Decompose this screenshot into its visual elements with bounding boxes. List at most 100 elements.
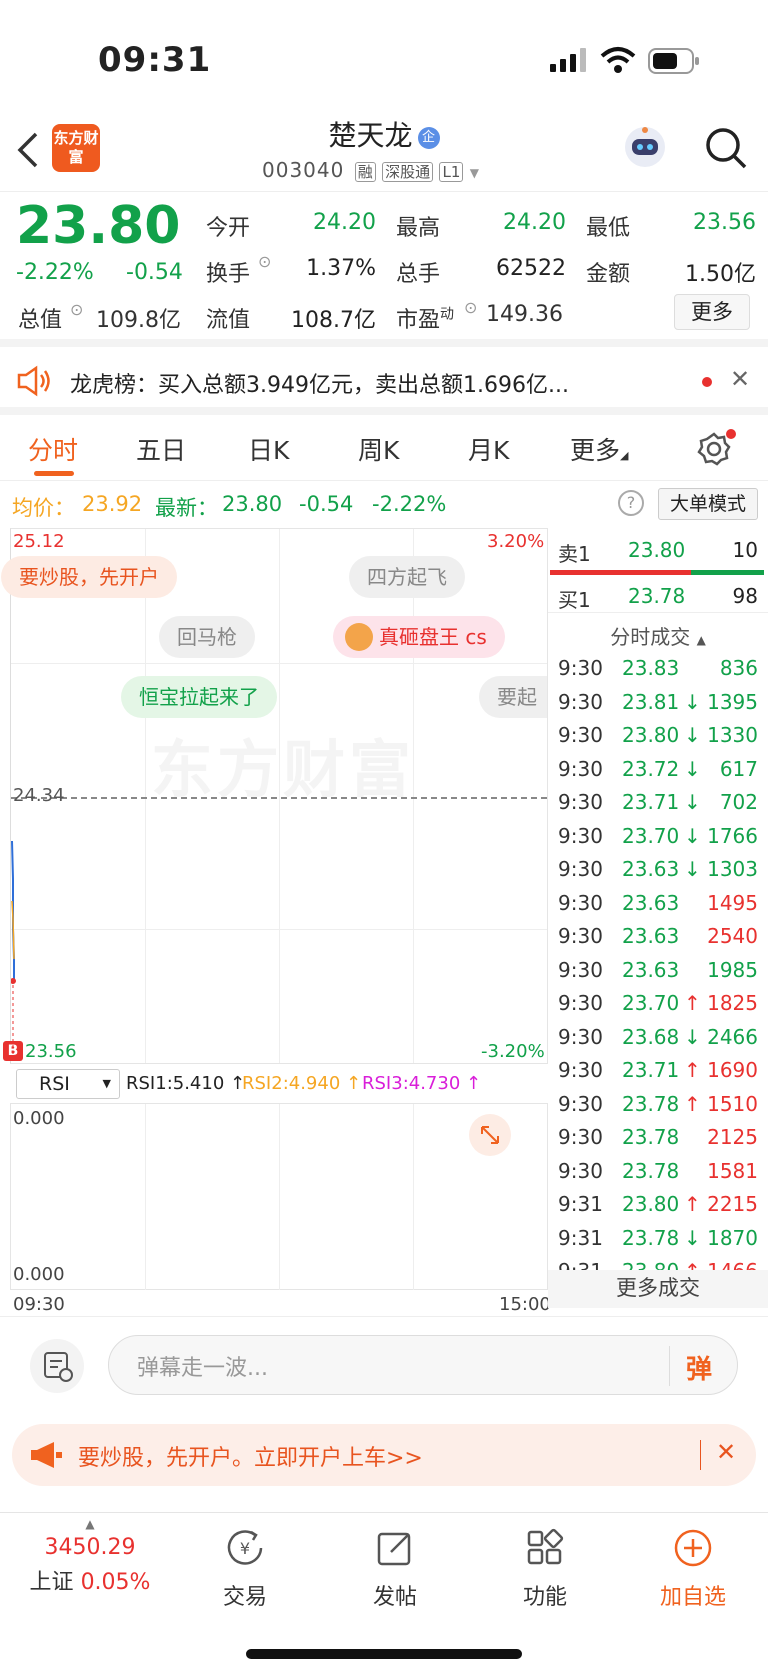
trade-price: 23.63 — [622, 857, 680, 881]
trade-row: 9:30 23.81 ↓ 1395 — [548, 686, 768, 719]
danmu-input[interactable]: 弹幕走一波... — [108, 1335, 738, 1395]
active-tab-indicator — [34, 471, 74, 476]
notice-bar[interactable]: 龙虎榜：买入总额3.949亿元，卖出总额1.696亿... ✕ — [0, 347, 768, 415]
latest-change: -0.54 — [299, 492, 354, 516]
trade-volume: 1825 — [707, 991, 758, 1015]
trade-time: 9:30 — [558, 1058, 603, 1082]
bottom-nav: ▲ 3450.29 上证 0.05% ¥ 交易 发帖 功能 加自选 — [0, 1512, 768, 1670]
trade-volume: 1395 — [707, 689, 758, 714]
info-icon: ⊙ — [70, 300, 84, 319]
trade-arrow: ↓ — [684, 1225, 701, 1250]
trade-time: 9:30 — [558, 1024, 603, 1049]
tab-monthly[interactable]: 月K — [468, 431, 509, 467]
tab-weekly[interactable]: 周K — [358, 431, 399, 467]
more-trades-button[interactable]: 更多成交 — [548, 1270, 768, 1308]
trade-price: 23.71 — [622, 790, 680, 814]
index-label: 上证 — [29, 1570, 74, 1595]
stock-name: 楚天龙 — [328, 119, 413, 152]
trade-price: 23.63 — [622, 924, 680, 948]
trade-price: 23.63 — [622, 957, 680, 982]
trade-volume: 1510 — [707, 1091, 758, 1116]
code-line[interactable]: 003040 融 深股通 L1 ▼ — [262, 158, 479, 182]
plus-circle-icon — [633, 1523, 753, 1573]
tab-more[interactable]: 更多◢ — [570, 431, 628, 467]
large-order-mode-button[interactable]: 大单模式 — [658, 488, 758, 520]
trade-arrow: ↑ — [684, 1091, 701, 1116]
nav-function[interactable]: 功能 — [485, 1513, 605, 1611]
nav-trade[interactable]: ¥ 交易 — [185, 1513, 305, 1611]
tab-5day[interactable]: 五日 — [136, 431, 186, 467]
index-widget[interactable]: ▲ 3450.29 上证 0.05% — [20, 1513, 160, 1596]
quote-panel: 23.80 -2.22% -0.54 总值 ⊙ 109.8亿 今开 24.20 … — [0, 192, 768, 347]
expand-icon[interactable] — [469, 1114, 511, 1156]
danmu-item: 回马枪 — [159, 616, 255, 658]
amount-value: 1.50亿 — [685, 262, 756, 287]
search-icon[interactable] — [704, 126, 748, 174]
tab-daily[interactable]: 日K — [248, 431, 289, 467]
danmu-list-icon[interactable] — [30, 1339, 84, 1393]
intraday-chart[interactable]: 东方财富 24.34 25.12 3.20% 23.56 -3.20% B 要炒… — [1, 528, 548, 1064]
trade-price: 23.80 — [622, 723, 680, 747]
help-icon[interactable]: ? — [618, 490, 644, 516]
trade-price: 23.68 — [622, 1024, 680, 1049]
trade-time: 9:30 — [558, 957, 603, 982]
trade-price: 23.78 — [622, 1225, 680, 1250]
trade-time: 9:31 — [558, 1192, 603, 1216]
status-bar: 09:31 — [0, 0, 768, 120]
stock-code: 003040 — [262, 158, 345, 182]
change-percent: -2.22% — [16, 260, 94, 285]
megaphone-icon — [28, 1440, 64, 1474]
robot-assistant-icon[interactable] — [622, 124, 668, 174]
avg-price-label: 均价： — [12, 496, 75, 520]
nav-add-watchlist[interactable]: 加自选 — [633, 1513, 753, 1611]
trade-arrow: ↑ — [684, 1058, 701, 1082]
trade-volume: 702 — [719, 790, 758, 814]
trades-title[interactable]: 分时成交 ▲ — [548, 612, 768, 650]
battery-icon — [648, 48, 700, 78]
trade-arrow: ↓ — [684, 857, 701, 881]
chart-tabs: 分时 五日 日K 周K 月K 更多◢ — [0, 415, 768, 481]
svg-text:¥: ¥ — [240, 1539, 250, 1558]
ask-1-row: 卖1 23.80 10 — [548, 528, 768, 572]
trade-price: 23.72 — [622, 756, 680, 781]
trade-row: 9:30 23.68 ↓ 2466 — [548, 1021, 768, 1054]
caret-up-icon: ▲ — [85, 1517, 95, 1531]
trade-price: 23.71 — [622, 1058, 680, 1082]
tab-intraday[interactable]: 分时 — [28, 431, 78, 467]
rsi-top-label: 0.000 — [13, 1108, 65, 1129]
indicator-bar: RSI ▼ RSI1:5.410 ↑ RSI2:4.940 ↑ RSI3:4.73… — [10, 1064, 548, 1104]
tag-connect: 深股通 — [382, 162, 434, 182]
amount-label: 金额 — [586, 262, 631, 287]
signal-icon — [550, 48, 588, 76]
nav-post[interactable]: 发帖 — [335, 1513, 455, 1611]
rsi-chart[interactable]: 0.000 0.000 09:30 15:00 — [10, 1104, 551, 1315]
trade-time: 9:30 — [558, 790, 603, 814]
trade-row: 9:31 23.78 ↓ 1870 — [548, 1222, 768, 1255]
trade-time: 9:30 — [558, 823, 603, 848]
pct-max-label: 3.20% — [487, 531, 545, 552]
danmu-input-bar: 弹幕走一波... 弹 — [0, 1316, 768, 1412]
rsi1-value: RSI1:5.410 ↑ — [126, 1073, 246, 1094]
indicator-select[interactable]: RSI ▼ — [16, 1069, 120, 1099]
trade-time: 9:30 — [558, 890, 603, 915]
close-icon[interactable]: ✕ — [716, 1438, 736, 1466]
more-button[interactable]: 更多 — [674, 294, 750, 330]
float-cap-label: 流值 — [206, 308, 251, 333]
prev-close-line — [11, 797, 547, 799]
trade-volume: 1495 — [707, 890, 758, 915]
current-price: 23.80 — [16, 196, 181, 256]
close-icon[interactable]: ✕ — [730, 365, 750, 393]
trade-time: 9:30 — [558, 756, 603, 781]
home-indicator — [246, 1649, 522, 1659]
rsi2-value: RSI2:4.940 ↑ — [242, 1073, 362, 1094]
pe-label: 市盈动 — [396, 306, 455, 333]
trade-arrow: ↑ — [684, 1192, 701, 1216]
danmu-send-icon[interactable]: 弹 — [686, 1349, 712, 1386]
trade-row: 9:30 23.63 ↓ 1303 — [548, 853, 768, 886]
promo-banner[interactable]: 要炒股，先开户。立即开户上车>> ✕ — [12, 1424, 756, 1486]
trade-time: 9:30 — [558, 1125, 603, 1149]
order-book: 卖1 23.80 10 买1 23.78 98 分时成交 ▲ 9:30 23.83… — [548, 528, 768, 1308]
tag-level: L1 — [439, 162, 464, 182]
dropdown-icon: ▼ — [102, 1077, 111, 1090]
trade-price: 23.81 — [622, 689, 680, 714]
